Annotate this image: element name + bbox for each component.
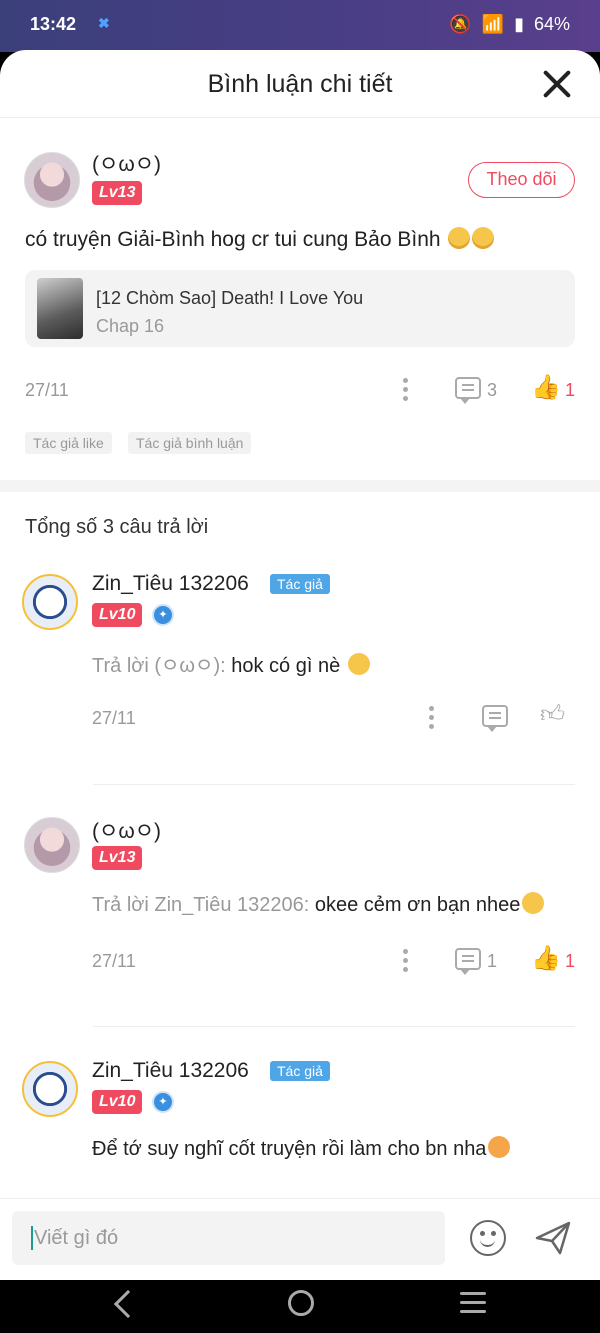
comment-count: 1 [487,951,498,971]
pensive-emoji-icon [448,227,471,249]
level-badge: Lv13 [92,181,143,205]
section-divider [0,480,600,492]
author-tag: Tác giả [270,1061,330,1081]
comment-text: có truyện Giải-Bình hog cr tui cung Bảo … [25,227,495,252]
avatar[interactable] [24,152,80,208]
hugging-emoji-icon [347,653,370,675]
reply-date: 27/11 [92,708,136,728]
comment-input[interactable] [34,1211,434,1265]
like-count: 1 [565,380,576,400]
reply-username[interactable]: Zin_Tiêu 132206 [92,1059,249,1083]
level-badge: Lv13 [92,846,143,870]
status-bar: 13:42 ✖ 🔕 📶 ▮ 64% [0,0,600,52]
wifi-icon: 📶 [481,14,505,34]
avatar[interactable] [22,1061,78,1117]
more-options-icon[interactable] [402,378,408,402]
story-cover-image [37,278,83,339]
more-options-icon[interactable] [428,706,434,730]
back-icon[interactable] [113,1289,143,1319]
comment-icon[interactable] [455,377,481,404]
comment-detail-sheet: Bình luận chi tiết (ㅇωㅇ) Lv13 Theo dõi c… [0,50,600,1280]
author-liked-tag: Tác giả like [25,432,112,454]
text-caret [31,1226,33,1250]
status-time: 13:42 [30,14,77,34]
app-notification-icon: ✖ [98,15,110,31]
close-icon[interactable] [542,69,572,99]
avatar[interactable] [24,817,80,873]
comment-count: 3 [487,380,498,400]
pensive-emoji-icon [472,227,495,249]
avatar[interactable] [22,574,78,630]
like-count: 1 [565,951,576,971]
sheet-header: Bình luận chi tiết [0,50,600,118]
reply-divider [93,1026,575,1027]
like-icon[interactable]: 👍︎ [540,703,565,727]
reply-username[interactable]: (ㅇωㅇ) [92,815,161,845]
follow-button[interactable]: Theo dõi [468,162,575,198]
verified-icon: ✦ [152,1091,174,1113]
battery-percent: 64% [533,14,570,34]
replies-total: Tổng số 3 câu trả lời [25,516,209,538]
battery-icon: ▮ [514,14,524,34]
smiling-hearts-emoji-icon [488,1136,511,1158]
emoji-picker-icon[interactable] [470,1220,506,1256]
author-tag: Tác giả [270,574,330,594]
home-icon[interactable] [288,1290,314,1316]
reply-username[interactable]: Zin_Tiêu 132206 [92,572,249,596]
level-badge: Lv10 [92,1090,143,1114]
reply-text: Trả lời (ㅇωㅇ): hok có gì nè [92,649,370,678]
story-chapter: Chap 16 [96,316,165,336]
comment-date: 27/11 [25,380,69,400]
level-badge: Lv10 [92,603,143,627]
pleading-emoji-icon [522,892,545,914]
reply-divider [93,784,575,785]
comment-input-bar [0,1198,600,1280]
reply-text: Trả lời Zin_Tiêu 132206: okee cẻm ơn bạn… [92,892,545,917]
comment-username[interactable]: (ㅇωㅇ) [92,148,161,178]
story-title: [12 Chòm Sao] Death! I Love You [96,288,364,308]
story-card[interactable]: [12 Chòm Sao] Death! I Love You Chap 16 [25,270,575,347]
page-title: Bình luận chi tiết [207,70,393,98]
comment-icon[interactable] [482,705,508,732]
author-commented-tag: Tác giả bình luận [128,432,252,454]
comment-icon[interactable] [455,948,481,975]
system-nav-bar [0,1280,600,1333]
like-icon[interactable]: 👍 [531,376,561,400]
like-icon[interactable]: 👍 [531,947,561,971]
recent-apps-icon[interactable] [460,1292,486,1313]
verified-icon: ✦ [152,604,174,626]
notifications-off-icon: 🔕 [449,14,472,34]
reply-date: 27/11 [92,951,136,971]
comment-input-box[interactable] [12,1211,445,1265]
more-options-icon[interactable] [402,949,408,973]
send-icon[interactable] [533,1218,573,1258]
reply-text: Để tớ suy nghĩ cốt truyện rồi làm cho bn… [92,1136,511,1161]
